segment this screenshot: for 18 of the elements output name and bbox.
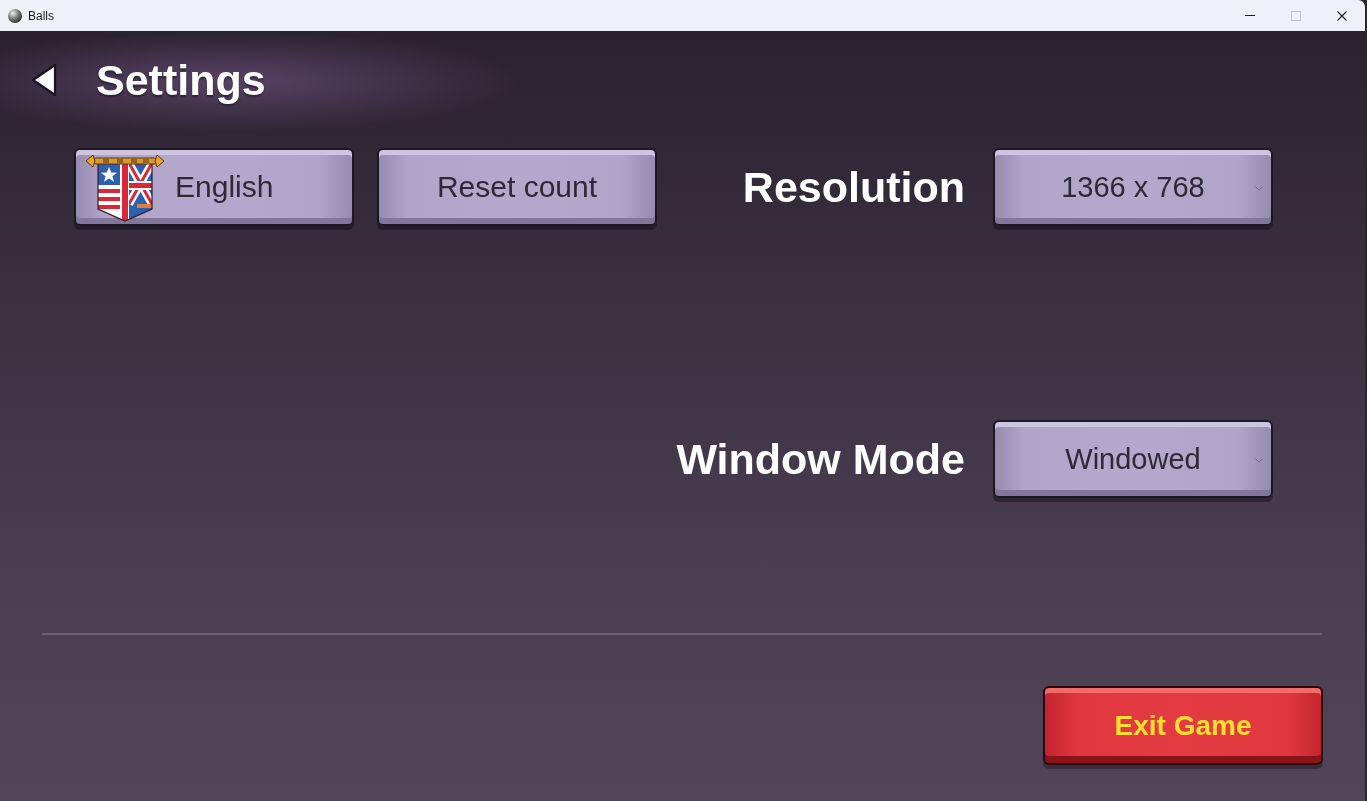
close-icon — [1337, 10, 1347, 21]
chevron-down-icon — [1255, 458, 1263, 463]
chevron-down-icon — [1255, 186, 1263, 191]
flag-banner-icon — [85, 154, 165, 222]
language-button[interactable]: English — [74, 148, 354, 226]
exit-button[interactable]: Exit Game — [1043, 686, 1323, 765]
screen-title: Settings — [96, 55, 266, 106]
maximize-icon — [1291, 10, 1301, 21]
window-title: Balls — [28, 8, 54, 23]
minimize-icon — [1245, 15, 1255, 16]
back-icon — [30, 62, 58, 98]
ball-icon — [8, 8, 22, 23]
select-dropdown[interactable]: Windowed — [993, 420, 1273, 498]
setting-label: Resolution — [742, 162, 965, 212]
setting-label: Window Mode — [676, 434, 965, 484]
reset-button[interactable]: Reset count — [377, 148, 657, 226]
back-button[interactable] — [30, 62, 58, 98]
select-dropdown[interactable]: 1366 x 768 — [993, 148, 1273, 226]
